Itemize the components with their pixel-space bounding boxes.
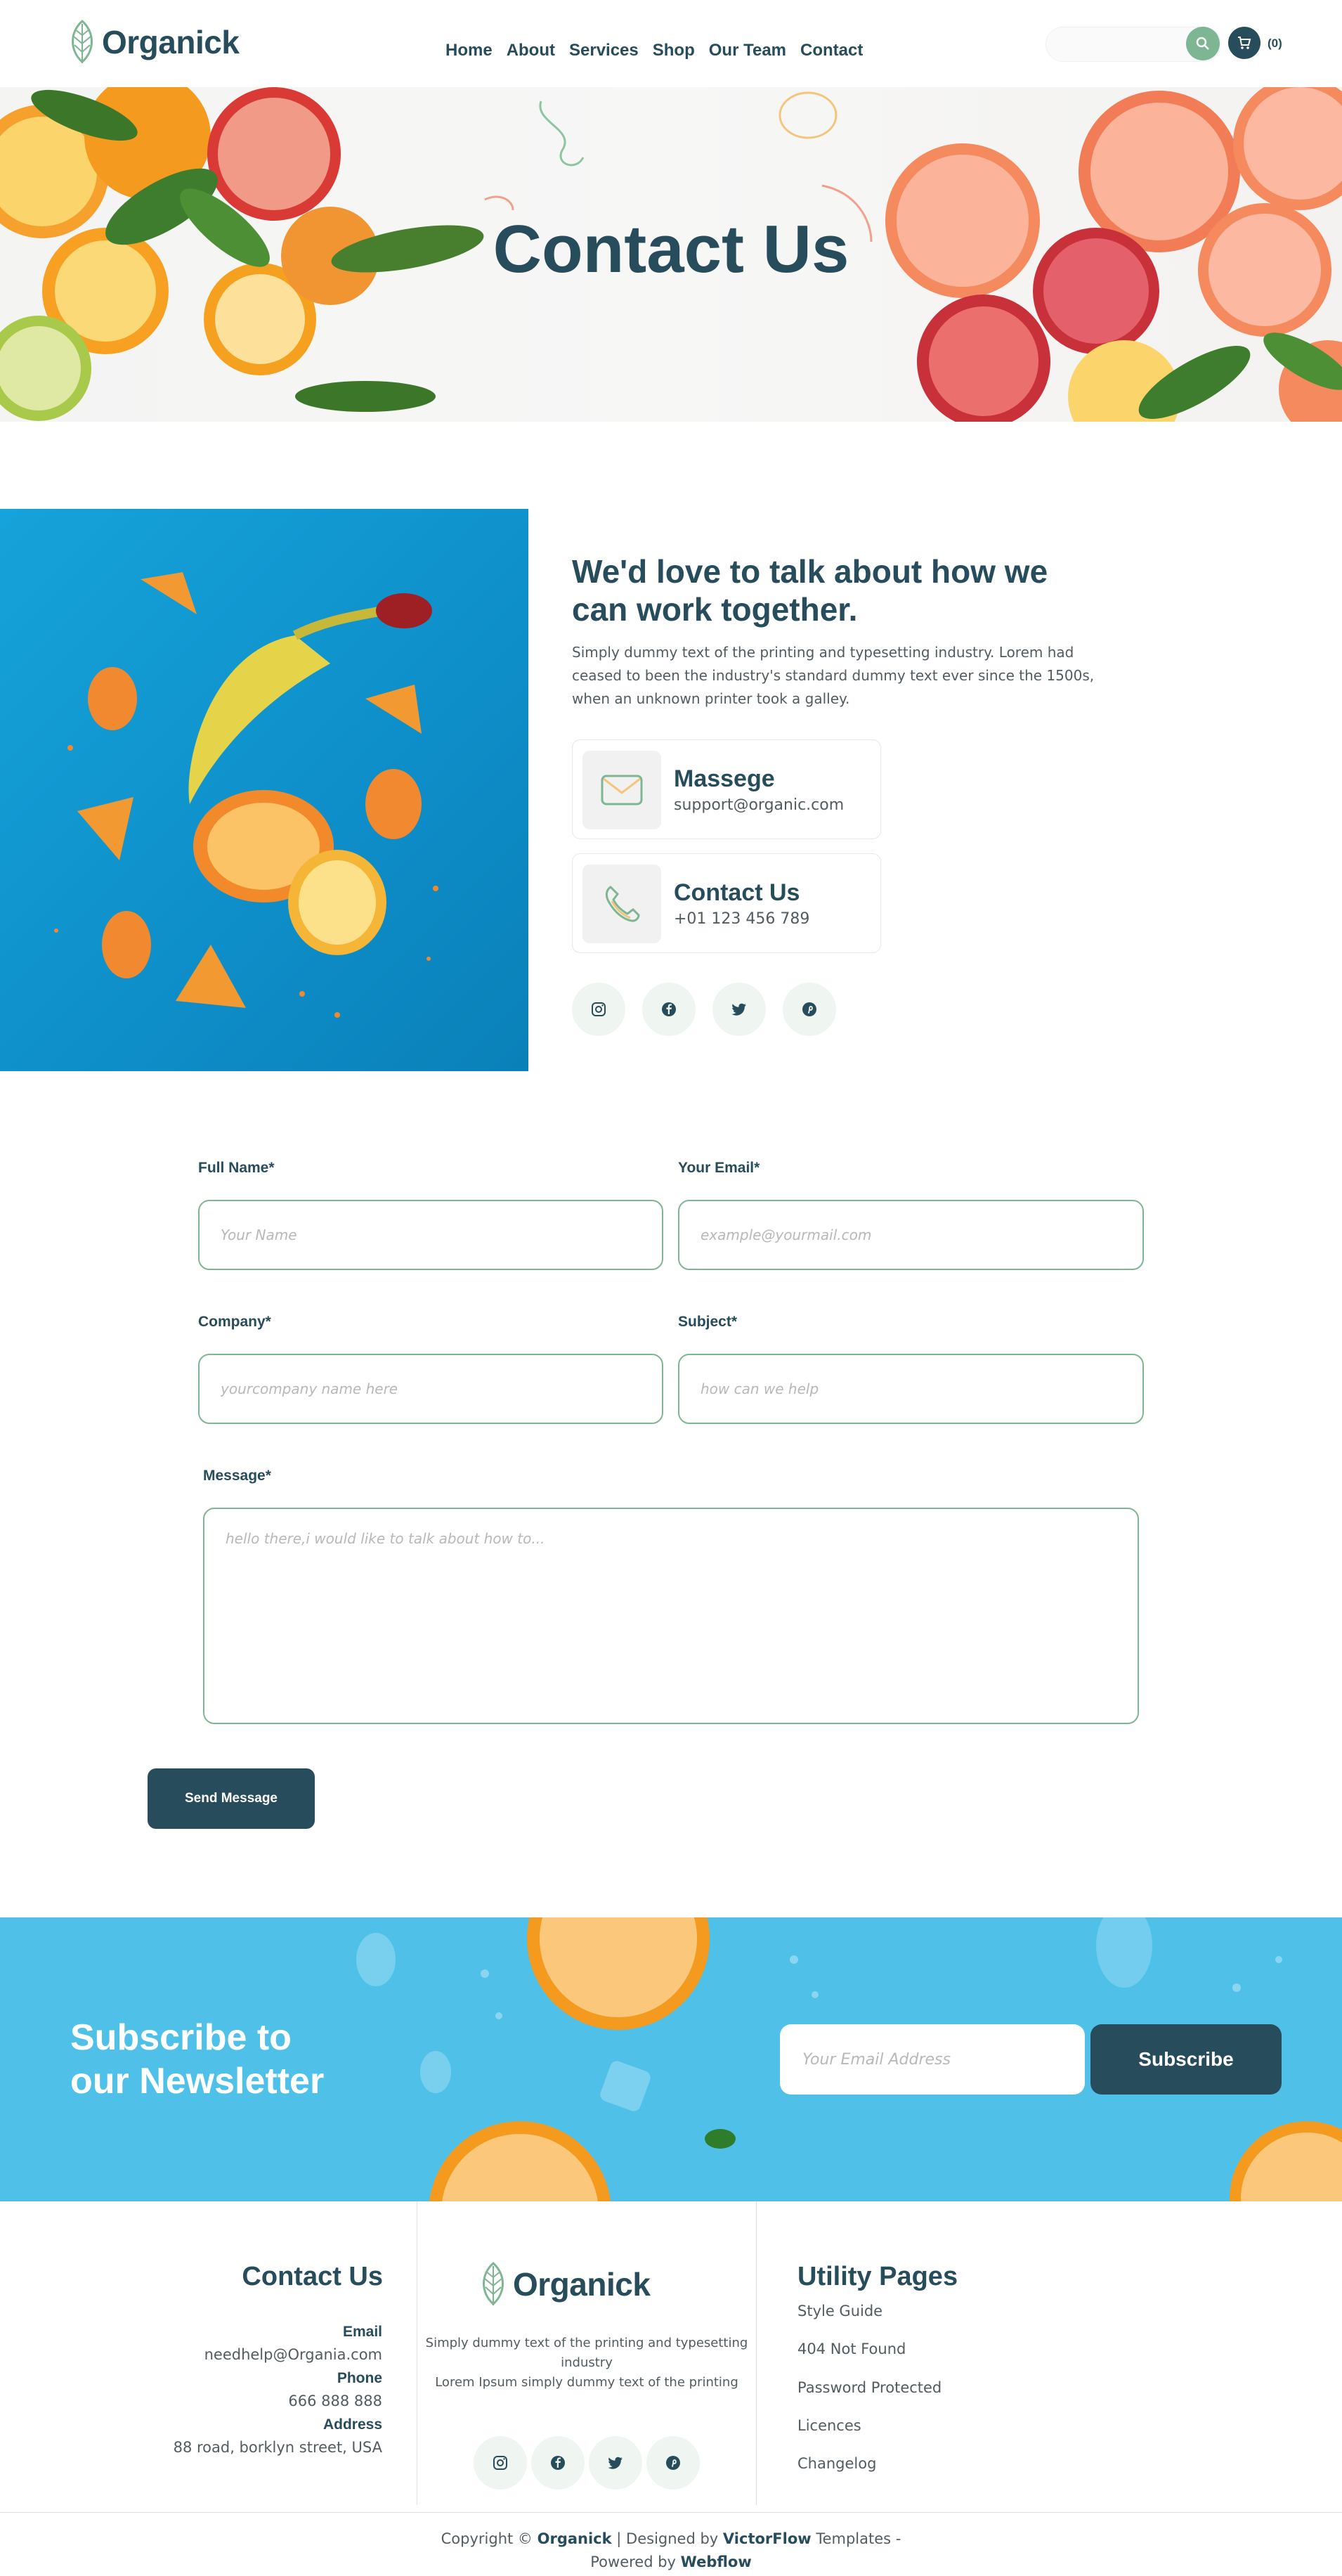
cart-icon [1238,37,1251,49]
search-button[interactable] [1186,27,1220,60]
nav-our-team[interactable]: Our Team [709,41,786,60]
copyright-prefix: Copyright © [441,2530,533,2547]
copyright-designed: | Designed by [616,2530,719,2547]
pinterest-link[interactable] [783,983,836,1036]
utility-link-changelog[interactable]: Changelog [797,2455,876,2472]
newsletter-heading: Subscribe to our Newsletter [70,2016,365,2103]
twitter-icon [608,2457,623,2469]
instagram-icon [493,2456,507,2470]
footer-desc-line: Simply dummy text of the printing and ty… [425,2336,748,2350]
brand-logo[interactable]: Organick [67,20,240,65]
flying-fruits-image [54,572,438,1018]
fruit-splash-image [0,509,528,1071]
footer-logo[interactable]: Organick [478,2262,651,2307]
facebook-icon [662,1002,676,1016]
footer-address-label: Address [323,2416,382,2433]
intro-text: Simply dummy text of the printing and ty… [572,644,1095,707]
card-title: Massege [674,765,775,792]
footer-phone-label: Phone [337,2370,382,2386]
footer-desc-line: industry [561,2355,613,2370]
footer-contact-heading: Contact Us [242,2262,383,2291]
card-email-value[interactable]: support@organic.com [674,796,844,814]
subject-input[interactable] [678,1354,1144,1424]
footer-brand-name: Organick [513,2266,651,2303]
footer-twitter-link[interactable] [589,2436,642,2490]
email-label: Your Email* [678,1160,760,1176]
nav-home[interactable]: Home [445,41,493,60]
utility-link-licences[interactable]: Licences [797,2417,861,2434]
send-message-button[interactable]: Send Message [148,1768,315,1829]
leaf-logo-icon [72,20,93,64]
footer-social-links [474,2436,700,2490]
footer-phone-value[interactable]: 666 888 888 [288,2393,382,2409]
search-icon [1196,37,1209,50]
instagram-icon [592,1002,606,1016]
copyright-line1: Copyright © Organick | Designed by Victo… [0,2528,1342,2551]
cart-count: (0) [1268,37,1282,50]
copyright-brand[interactable]: Organick [538,2530,612,2547]
message-label: Message* [203,1468,271,1484]
pinterest-icon [666,2456,680,2470]
newsletter-heading-line1: Subscribe to [70,2017,292,2058]
facebook-link[interactable] [642,983,696,1036]
footer-facebook-link[interactable] [531,2436,585,2490]
footer-bottom-divider [0,2512,1342,2513]
company-label: Company* [198,1314,271,1330]
brand-name: Organick [102,24,240,60]
card-phone-value[interactable]: +01 123 456 789 [674,910,809,928]
main-nav: Home About Services Shop Our Team Contac… [445,41,863,60]
footer-pinterest-link[interactable] [646,2436,700,2490]
footer-desc-line: Lorem Ipsum simply dummy text of the pri… [435,2375,738,2390]
utility-link-style-guide[interactable]: Style Guide [797,2303,882,2319]
cart-button[interactable] [1228,27,1260,59]
message-textarea[interactable] [203,1508,1139,1724]
twitter-link[interactable] [712,983,766,1036]
nav-shop[interactable]: Shop [653,41,695,60]
nav-contact[interactable]: Contact [800,41,863,60]
envelope-icon [601,775,643,805]
footer-description: Simply dummy text of the printing and ty… [417,2334,756,2393]
social-links [572,983,836,1036]
phone-card: Contact Us +01 123 456 789 [572,853,881,953]
full-name-input[interactable] [198,1200,663,1270]
card-icon-box [582,865,661,943]
footer-email-label: Email [342,2324,382,2340]
footer-instagram-link[interactable] [474,2436,527,2490]
email-input[interactable] [678,1200,1144,1270]
intro-heading: We'd love to talk about how we can work … [572,553,1048,628]
facebook-icon [551,2456,565,2470]
page-title: Contact Us [493,212,849,287]
utility-link-404[interactable]: 404 Not Found [797,2341,906,2357]
twitter-icon [731,1003,746,1016]
full-name-label: Full Name* [198,1160,275,1176]
newsletter-email-input[interactable] [780,2024,1085,2095]
pinterest-icon [802,1002,816,1016]
footer-divider [756,2201,757,2505]
card-title: Contact Us [674,879,800,906]
instagram-link[interactable] [572,983,625,1036]
footer-email-value[interactable]: needhelp@Organia.com [204,2346,382,2363]
subject-label: Subject* [678,1314,738,1330]
copyright-platform[interactable]: Webflow [681,2554,752,2570]
copyright-line2: Powered by Webflow [0,2551,1342,2574]
nav-about[interactable]: About [507,41,555,60]
copyright-templates: Templates - [816,2530,901,2547]
utility-pages-heading: Utility Pages [797,2262,958,2291]
copyright-designer[interactable]: VictorFlow [723,2530,812,2547]
copyright-text: Copyright © Organick | Designed by Victo… [0,2528,1342,2574]
nav-services[interactable]: Services [569,41,639,60]
newsletter-heading-line2: our Newsletter [70,2061,325,2102]
subscribe-button[interactable]: Subscribe [1090,2024,1282,2095]
footer-address-value: 88 road, borklyn street, USA [173,2439,382,2456]
phone-icon [605,886,640,922]
copyright-powered: Powered by [590,2554,676,2570]
utility-link-password-protected[interactable]: Password Protected [797,2379,942,2396]
company-input[interactable] [198,1354,663,1424]
leaf-logo-icon [483,2262,504,2306]
message-card: Massege support@organic.com [572,739,881,839]
card-icon-box [582,751,661,829]
